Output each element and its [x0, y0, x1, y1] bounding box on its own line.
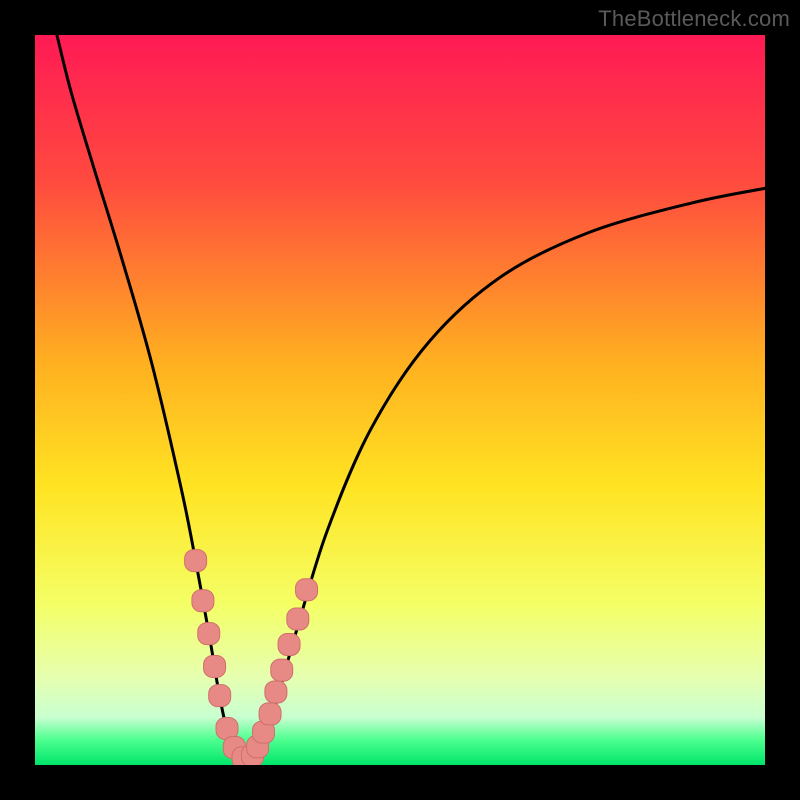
curve-marker — [296, 579, 318, 601]
curve-marker — [287, 608, 309, 630]
chart-frame: { "watermark": "TheBottleneck.com", "col… — [0, 0, 800, 800]
curve-marker — [265, 681, 287, 703]
curve-marker — [259, 703, 281, 725]
chart-svg — [0, 0, 800, 800]
curve-marker — [185, 550, 207, 572]
watermark-text: TheBottleneck.com — [598, 6, 790, 32]
curve-marker — [209, 685, 231, 707]
plot-background — [35, 35, 765, 765]
curve-marker — [192, 590, 214, 612]
curve-marker — [271, 659, 293, 681]
curve-marker — [198, 623, 220, 645]
curve-marker — [204, 655, 226, 677]
curve-marker — [278, 634, 300, 656]
